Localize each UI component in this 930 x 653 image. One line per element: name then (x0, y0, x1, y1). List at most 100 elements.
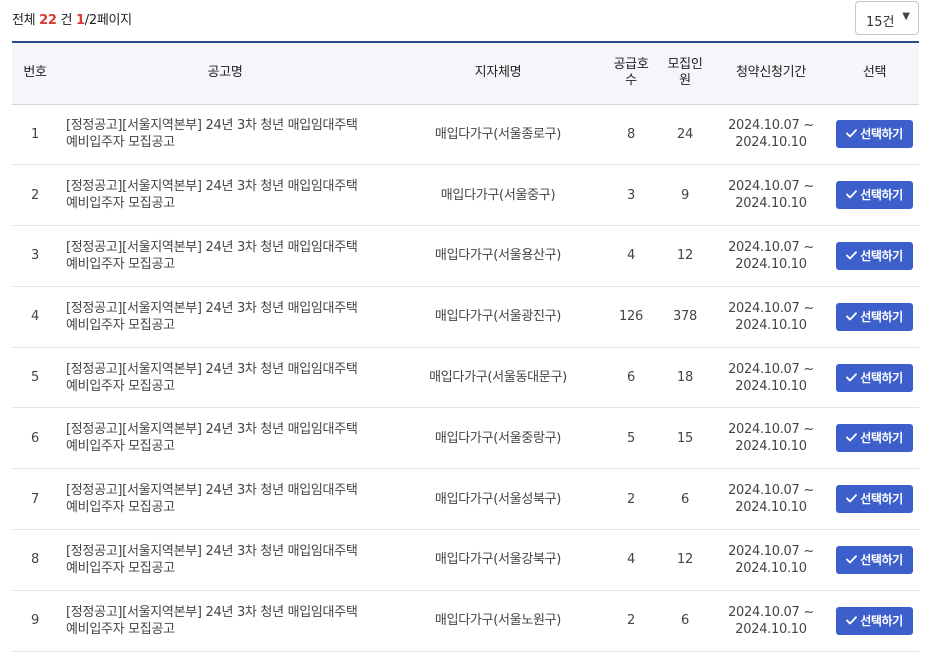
row-title-line1: [정정공고][서울지역본부] 24년 3차 청년 매입임대주택 (66, 300, 358, 316)
row-no: 6 (31, 430, 39, 446)
row-action: 선택하기 (830, 165, 919, 226)
row-no: 5 (31, 370, 39, 386)
row-no: 3 (31, 248, 39, 264)
row-period-end: 2024.10.10 (735, 621, 807, 637)
row-period: 2024.10.07 ~2024.10.10 (712, 226, 830, 287)
current-page: 1 (76, 13, 85, 28)
check-icon (846, 433, 858, 442)
page-total: /2페이지 (84, 13, 132, 28)
select-button-label: 선택하기 (860, 127, 903, 142)
row-branch: 매입다가구(서울강북구) (434, 552, 562, 568)
row-title: [정정공고][서울지역본부] 24년 3차 청년 매입임대주택 예비입주자 모집공… (58, 286, 392, 347)
header-supply: 공급호 수 (604, 42, 658, 105)
row-title-line1: [정정공고][서울지역본부] 24년 3차 청년 매입임대주택 (66, 179, 358, 195)
row-recruit: 6 (681, 613, 689, 629)
row-no: 2 (31, 187, 39, 203)
header-period: 청약신청기간 (712, 42, 830, 105)
select-button-label: 선택하기 (860, 248, 903, 263)
row-title-line1: [정정공고][서울지역본부] 24년 3차 청년 매입임대주택 (66, 361, 358, 377)
table-header-row: 번호 공고명 지자체명 공급호 수 모집인 원 청약신청기간 선택 (12, 42, 919, 105)
row-action: 선택하기 (830, 104, 919, 165)
row-title-line2: 예비입주자 모집공고 (66, 500, 175, 516)
row-no: 4 (31, 309, 39, 325)
check-icon (846, 372, 858, 381)
select-button-label: 선택하기 (860, 552, 903, 567)
table-row: 3 [정정공고][서울지역본부] 24년 3차 청년 매입임대주택 예비입주자 모… (12, 226, 919, 287)
row-title-line2: 예비입주자 모집공고 (66, 439, 175, 455)
row-action: 선택하기 (830, 408, 919, 469)
header-recruit-line2: 원 (679, 73, 691, 89)
row-recruit: 18 (677, 370, 693, 386)
row-period: 2024.10.07 ~2024.10.10 (712, 469, 830, 530)
row-title: [정정공고][서울지역본부] 24년 3차 청년 매입임대주택 예비입주자 모집공… (58, 530, 392, 591)
row-supply: 2 (627, 491, 635, 507)
row-supply: 8 (627, 126, 635, 142)
row-title-line1: [정정공고][서울지역본부] 24년 3차 청년 매입임대주택 (66, 118, 358, 134)
check-icon (846, 251, 858, 260)
select-button[interactable]: 선택하기 (836, 241, 913, 270)
row-period-end: 2024.10.10 (735, 317, 807, 333)
page-size-value: 15건 (866, 15, 895, 30)
select-button-label: 선택하기 (860, 188, 903, 203)
row-branch: 매입다가구(서울용산구) (434, 248, 562, 264)
row-period-start: 2024.10.07 ~ (728, 179, 814, 195)
select-button-label: 선택하기 (860, 492, 903, 507)
row-recruit: 9 (681, 187, 689, 203)
row-title-line2: 예비입주자 모집공고 (66, 621, 175, 637)
select-button[interactable]: 선택하기 (836, 606, 913, 635)
row-no: 1 (31, 126, 39, 142)
row-title-line2: 예비입주자 모집공고 (66, 196, 175, 212)
row-branch: 매입다가구(서울성북구) (434, 491, 562, 507)
table-row: 9 [정정공고][서울지역본부] 24년 3차 청년 매입임대주택 예비입주자 모… (12, 590, 919, 652)
row-title-line2: 예비입주자 모집공고 (66, 256, 175, 272)
row-period-end: 2024.10.10 (735, 378, 807, 394)
row-title-line2: 예비입주자 모집공고 (66, 135, 175, 151)
row-supply: 3 (627, 187, 635, 203)
row-branch: 매입다가구(서울중랑구) (434, 430, 562, 446)
row-branch: 매입다가구(서울중구) (440, 187, 556, 203)
row-recruit: 24 (677, 126, 693, 142)
row-action: 선택하기 (830, 590, 919, 651)
select-button[interactable]: 선택하기 (836, 363, 913, 392)
header-title: 공고명 (58, 42, 392, 105)
select-button[interactable]: 선택하기 (836, 545, 913, 574)
summary-prefix: 전체 (12, 13, 36, 28)
check-icon (846, 190, 858, 199)
row-recruit: 378 (673, 309, 697, 325)
row-period: 2024.10.07 ~2024.10.10 (712, 530, 830, 591)
row-period: 2024.10.07 ~2024.10.10 (712, 104, 830, 165)
row-period-end: 2024.10.10 (735, 135, 807, 151)
row-title-line1: [정정공고][서울지역본부] 24년 3차 청년 매입임대주택 (66, 543, 358, 559)
row-period-start: 2024.10.07 ~ (728, 604, 814, 620)
select-button[interactable]: 선택하기 (836, 181, 913, 210)
row-period: 2024.10.07 ~2024.10.10 (712, 347, 830, 408)
row-action: 선택하기 (830, 286, 919, 347)
table-row: 1 [정정공고][서울지역본부] 24년 3차 청년 매입임대주택 예비입주자 모… (12, 104, 919, 165)
row-supply: 5 (627, 430, 635, 446)
select-button[interactable]: 선택하기 (836, 120, 913, 149)
row-title-line1: [정정공고][서울지역본부] 24년 3차 청년 매입임대주택 (66, 422, 358, 438)
row-action: 선택하기 (830, 469, 919, 530)
row-period-end: 2024.10.10 (735, 439, 807, 455)
row-no: 8 (31, 552, 39, 568)
row-period: 2024.10.07 ~2024.10.10 (712, 408, 830, 469)
row-action: 선택하기 (830, 347, 919, 408)
select-button[interactable]: 선택하기 (836, 424, 913, 453)
list-toolbar: 전체 22 건 1/2페이지 15건 ▼ (12, 0, 919, 38)
caret-down-icon: ▼ (902, 11, 910, 22)
header-recruit: 모집인 원 (658, 42, 712, 105)
select-button[interactable]: 선택하기 (836, 302, 913, 331)
row-supply: 4 (627, 552, 635, 568)
row-title: [정정공고][서울지역본부] 24년 3차 청년 매입임대주택 예비입주자 모집공… (58, 347, 392, 408)
table-row: 7 [정정공고][서울지역본부] 24년 3차 청년 매입임대주택 예비입주자 모… (12, 469, 919, 530)
row-recruit: 12 (677, 552, 693, 568)
row-period-start: 2024.10.07 ~ (728, 483, 814, 499)
table-row: 6 [정정공고][서울지역본부] 24년 3차 청년 매입임대주택 예비입주자 모… (12, 408, 919, 469)
select-button[interactable]: 선택하기 (836, 485, 913, 514)
row-title-line1: [정정공고][서울지역본부] 24년 3차 청년 매입임대주택 (66, 483, 358, 499)
check-icon (846, 129, 858, 138)
row-recruit: 6 (681, 491, 689, 507)
row-supply: 126 (619, 309, 643, 325)
row-branch: 매입다가구(서울동대문구) (429, 370, 567, 386)
page-size-select[interactable]: 15건 ▼ (855, 1, 919, 35)
